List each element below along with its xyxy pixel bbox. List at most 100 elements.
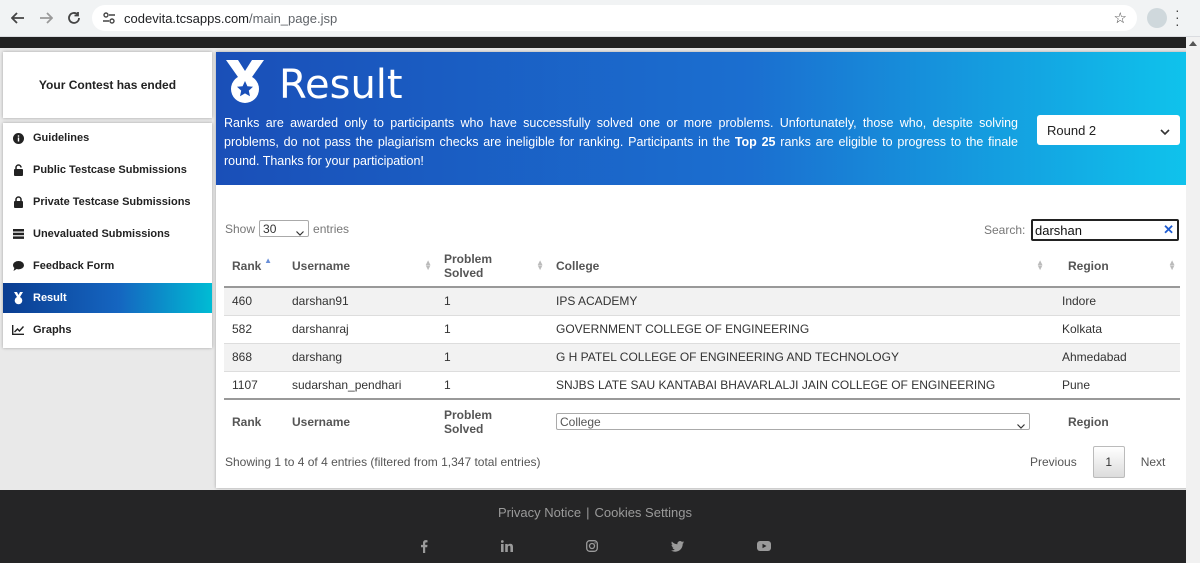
forward-icon[interactable] — [34, 6, 58, 30]
clear-search-icon[interactable]: ✕ — [1163, 222, 1174, 238]
entries-per-page-select[interactable]: 30 — [259, 220, 310, 239]
sidebar-item-private-testcase[interactable]: Private Testcase Submissions — [3, 187, 212, 217]
privacy-notice-link[interactable]: Privacy Notice — [498, 505, 581, 520]
address-bar[interactable]: codevita.tcsapps.com/main_page.jsp ☆ — [92, 5, 1137, 31]
sort-icon: ▲ ▼ — [1168, 258, 1176, 272]
search-input-value: darshan — [1035, 222, 1082, 238]
cell-college: G H PATEL COLLEGE OF ENGINEERING AND TEC… — [556, 350, 899, 364]
result-banner: Result Ranks are awarded only to partici… — [216, 52, 1189, 185]
medal-icon — [11, 291, 25, 305]
contest-status-box: Your Contest has ended — [3, 52, 212, 118]
site-settings-icon[interactable] — [102, 11, 116, 30]
cell-problem-solved: 1 — [444, 294, 451, 309]
sidebar-item-label: Public Testcase Submissions — [33, 164, 187, 176]
search-label: Search: — [984, 223, 1026, 237]
lock-icon — [11, 195, 25, 209]
sidebar-item-label: Private Testcase Submissions — [33, 196, 191, 208]
cell-rank: 582 — [232, 322, 253, 336]
facebook-icon[interactable] — [416, 539, 432, 553]
table-row: 460 darshan91 1 IPS ACADEMY Indore — [224, 287, 1180, 315]
column-header-college[interactable]: College ▲ ▼ — [548, 245, 1048, 288]
cell-region: Ahmedabad — [1062, 350, 1127, 364]
profile-avatar[interactable] — [1147, 8, 1167, 28]
cell-rank: 460 — [232, 294, 253, 309]
browser-menu-icon[interactable]: · · · — [1175, 3, 1180, 31]
header-label: Rank — [232, 258, 262, 273]
cell-username: darshan91 — [292, 294, 349, 309]
page-1-button[interactable]: 1 — [1092, 446, 1125, 478]
table-footer-row: Rank Username Problem Solved College Reg… — [224, 398, 1180, 443]
results-table: Rank ▲ Username ▲ ▼ Problem Solved ▲ ▼ Colleg… — [224, 245, 1180, 443]
cell-region: Pune — [1062, 377, 1091, 392]
cell-problem-solved: 1 — [444, 350, 451, 364]
table-row: 1107 sudarshan_pendhari 1 SNJBS LATE SAU… — [224, 371, 1180, 399]
cell-problem-solved: 1 — [444, 377, 451, 392]
result-description: Ranks are awarded only to participants w… — [224, 114, 1018, 171]
search-input[interactable]: darshan ✕ — [1031, 219, 1179, 241]
cell-username: darshang — [292, 350, 343, 364]
page-scrollbar[interactable] — [1186, 37, 1200, 563]
entries-label: entries — [313, 221, 350, 236]
round-dropdown[interactable]: Round 2 — [1037, 115, 1180, 145]
entries-per-page-value: 30 — [263, 221, 277, 236]
show-label: Show — [225, 221, 256, 236]
sidebar-item-result[interactable]: Result — [3, 283, 212, 313]
page-title: Result — [279, 62, 403, 108]
column-header-username[interactable]: Username ▲ ▼ — [282, 245, 436, 288]
url-path: /main_page.jsp — [249, 10, 338, 26]
footer-college: College — [548, 398, 1048, 443]
cell-problem-solved: 1 — [444, 322, 451, 336]
header-label: Problem Solved — [444, 251, 493, 280]
footer-username: Username — [282, 398, 436, 443]
sidebar-item-label: Guidelines — [33, 132, 90, 144]
scroll-up-arrow-icon[interactable] — [1189, 41, 1197, 46]
sidebar-item-feedback[interactable]: Feedback Form — [3, 251, 212, 281]
previous-page-button[interactable]: Previous — [1018, 446, 1089, 478]
header-label: College — [556, 258, 600, 273]
sidebar-item-unevaluated[interactable]: Unevaluated Submissions — [3, 219, 212, 249]
back-icon[interactable] — [6, 6, 30, 30]
site-footer: Privacy Notice | Cookies Settings — [0, 490, 1186, 563]
sidebar-item-public-testcase[interactable]: Public Testcase Submissions — [3, 155, 212, 185]
sidebar-item-guidelines[interactable]: Guidelines — [3, 123, 212, 153]
sidebar-item-graphs[interactable]: Graphs — [3, 315, 212, 345]
table-header-row: Rank ▲ Username ▲ ▼ Problem Solved ▲ ▼ Colleg… — [224, 245, 1180, 288]
sort-icon: ▲ ▼ — [424, 258, 432, 272]
entries-length-control: Show 30 entries — [225, 220, 349, 237]
table-row: 582 darshanraj 1 GOVERNMENT COLLEGE OF E… — [224, 315, 1180, 343]
reload-icon[interactable] — [62, 6, 86, 30]
cell-college: SNJBS LATE SAU KANTABAI BHAVARLALJI JAIN… — [556, 377, 996, 392]
table-row: 868 darshang 1 G H PATEL COLLEGE OF ENGI… — [224, 343, 1180, 371]
site-header-strip — [0, 37, 1200, 48]
college-filter-select[interactable]: College — [556, 413, 1030, 430]
sidebar-menu: Guidelines Public Testcase Submissions P… — [3, 123, 212, 348]
chevron-down-icon — [296, 225, 304, 239]
header-label: Region — [1068, 258, 1109, 273]
sort-asc-icon: ▲ — [264, 256, 272, 265]
bookmark-star-icon[interactable]: ☆ — [1114, 9, 1127, 27]
header-label: Username — [292, 258, 351, 273]
column-header-region[interactable]: Region ▲ ▼ — [1048, 245, 1180, 288]
instagram-icon[interactable] — [584, 539, 600, 553]
cell-username: darshanraj — [292, 322, 349, 336]
cell-college: IPS ACADEMY — [556, 294, 638, 309]
sort-icon: ▲ ▼ — [536, 258, 544, 272]
result-panel: Result Ranks are awarded only to partici… — [216, 52, 1189, 488]
youtube-icon[interactable] — [756, 539, 772, 553]
next-page-button[interactable]: Next — [1129, 446, 1178, 478]
twitter-icon[interactable] — [669, 539, 685, 553]
info-icon — [11, 131, 25, 145]
pagination: Previous 1 Next — [1018, 446, 1177, 478]
cookies-settings-link[interactable]: Cookies Settings — [594, 505, 692, 520]
column-header-problem-solved[interactable]: Problem Solved ▲ ▼ — [436, 245, 548, 288]
url-domain: codevita.tcsapps.com — [124, 10, 250, 26]
column-header-rank[interactable]: Rank ▲ — [224, 245, 282, 288]
footer-region: Region — [1048, 398, 1180, 443]
comment-icon — [11, 259, 25, 273]
medal-icon — [224, 60, 266, 109]
cell-rank: 868 — [232, 350, 253, 364]
linkedin-icon[interactable] — [499, 539, 515, 553]
chevron-down-icon — [1160, 124, 1170, 139]
chart-icon — [11, 323, 25, 337]
footer-separator: | — [586, 505, 590, 520]
